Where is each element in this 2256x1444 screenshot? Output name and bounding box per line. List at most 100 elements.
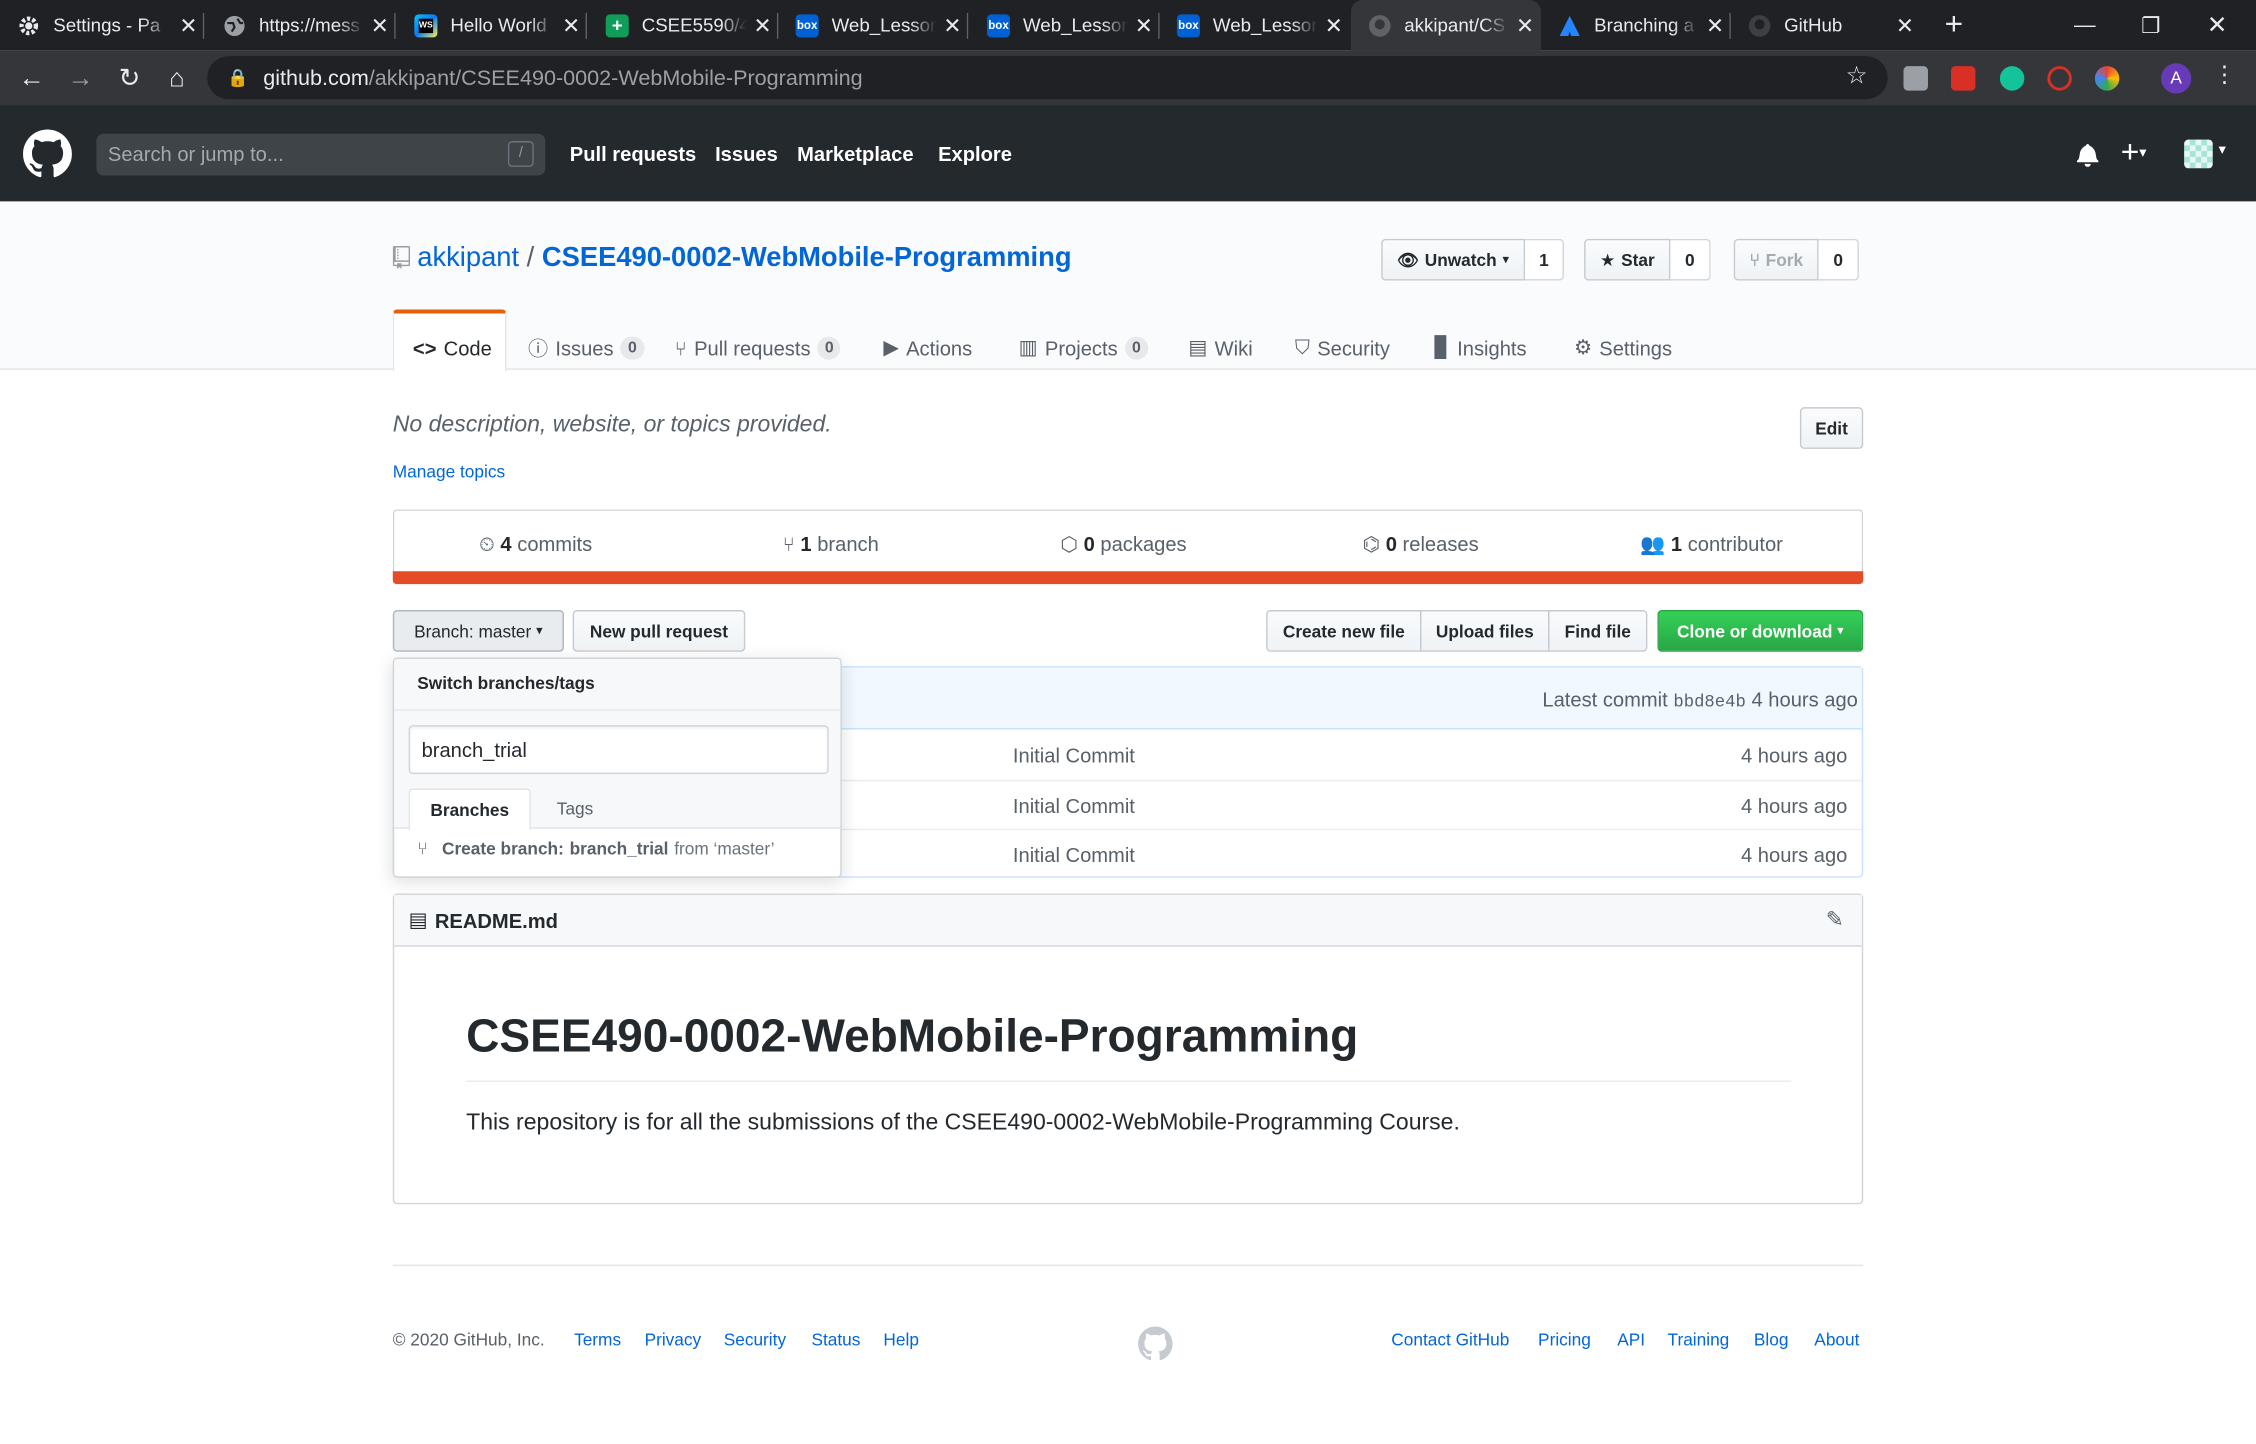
dropdown-title: Switch branches/tags (417, 673, 595, 694)
close-tab-icon[interactable]: ✕ (747, 12, 779, 38)
tab-wiki[interactable]: ▤ Wiki (1188, 325, 1252, 370)
browser-tab[interactable]: GitHub ✕ (1731, 0, 1921, 50)
close-window-button[interactable]: ✕ (2184, 0, 2250, 50)
browser-tab-active[interactable]: akkipant/CS ✕ (1351, 0, 1541, 51)
tab-projects[interactable]: ▥ Projects 0 (1019, 325, 1149, 370)
fork-button[interactable]: ⑂ Fork (1733, 238, 1819, 281)
close-tab-icon[interactable]: ✕ (555, 12, 587, 38)
commit-message-link[interactable]: Initial Commit (1013, 794, 1135, 817)
stargazers-count[interactable]: 0 (1670, 238, 1711, 281)
releases-link[interactable]: ⌬ 0 releases (1363, 532, 1479, 556)
tab-code[interactable]: <> Code (413, 325, 492, 370)
commit-sha-link[interactable]: bbd8e4b (1673, 692, 1746, 712)
new-tab-button[interactable]: + (1934, 6, 1974, 46)
tab-tags[interactable]: Tags (557, 799, 593, 819)
reload-icon[interactable]: ↻ (115, 63, 144, 92)
profile-avatar[interactable]: A (2161, 63, 2192, 94)
packages-link[interactable]: ⬡ 0 packages (1060, 532, 1186, 556)
grammarly-icon[interactable] (1999, 66, 2025, 91)
footer-link-privacy[interactable]: Privacy (645, 1329, 702, 1349)
browser-tab[interactable]: box Web_Lesson ✕ (1160, 0, 1350, 50)
nav-pull-requests[interactable]: Pull requests (570, 142, 697, 165)
footer-link-training[interactable]: Training (1668, 1329, 1730, 1349)
restore-window-button[interactable]: ❐ (2118, 0, 2184, 50)
minimize-window-button[interactable]: — (2052, 0, 2118, 50)
nav-issues[interactable]: Issues (715, 142, 778, 165)
close-tab-icon[interactable]: ✕ (1128, 12, 1160, 38)
nav-marketplace[interactable]: Marketplace (797, 142, 913, 165)
footer-link-pricing[interactable]: Pricing (1538, 1329, 1591, 1349)
pencil-icon[interactable]: ✎ (1826, 906, 1844, 932)
footer-link-security[interactable]: Security (724, 1329, 786, 1349)
chevron-down-icon[interactable]: ▾ (2219, 142, 2226, 158)
forward-arrow-icon[interactable]: → (66, 63, 95, 92)
tab-pull-requests[interactable]: ⑂ Pull requests 0 (675, 325, 841, 370)
footer-link-contact[interactable]: Contact GitHub (1391, 1329, 1509, 1349)
unwatch-button[interactable]: 👁 Unwatch ▾ (1381, 238, 1525, 281)
address-bar[interactable]: 🔒 github.com/akkipant/CSEE490-0002-WebMo… (207, 56, 1888, 100)
manage-topics-link[interactable]: Manage topics (393, 462, 505, 482)
close-tab-icon[interactable]: ✕ (937, 12, 969, 38)
commit-message-link[interactable]: Initial Commit (1013, 843, 1135, 866)
home-icon[interactable]: ⌂ (163, 63, 192, 92)
new-pull-request-button[interactable]: New pull request (572, 610, 746, 652)
footer-link-api[interactable]: API (1617, 1329, 1645, 1349)
create-branch-item[interactable]: ⑂ Create branch: branch_trial from ‘mast… (417, 839, 774, 859)
close-tab-icon[interactable]: ✕ (364, 12, 396, 38)
close-tab-icon[interactable]: ✕ (1889, 12, 1921, 38)
star-bookmark-icon[interactable]: ☆ (1846, 62, 1868, 91)
github-mark-icon[interactable] (1138, 1326, 1173, 1369)
footer-link-blog[interactable]: Blog (1754, 1329, 1789, 1349)
extension-icon[interactable] (2094, 66, 2120, 91)
user-avatar[interactable] (2184, 139, 2213, 169)
find-file-button[interactable]: Find file (1548, 610, 1648, 652)
tab-actions[interactable]: ▶ Actions (883, 325, 972, 370)
extension-icon[interactable] (2047, 66, 2072, 91)
forks-count[interactable]: 0 (1818, 238, 1859, 281)
footer-link-status[interactable]: Status (811, 1329, 860, 1349)
browser-tab[interactable]: box Web_Lesson ✕ (970, 0, 1160, 50)
tab-security[interactable]: ⛉ Security (1295, 325, 1390, 370)
search-input[interactable]: Search or jump to... / (96, 133, 546, 176)
close-tab-icon[interactable]: ✕ (1699, 12, 1731, 38)
github-logo-icon[interactable] (23, 129, 72, 185)
commit-message-link[interactable]: Initial Commit (1013, 744, 1135, 767)
edit-button[interactable]: Edit (1799, 407, 1864, 449)
clone-download-button[interactable]: Clone or download ▾ (1657, 610, 1864, 652)
tab-issues[interactable]: ⓘ Issues 0 (528, 325, 644, 370)
extension-icon[interactable] (1903, 66, 1928, 91)
browser-menu-icon[interactable]: ⋮ (2213, 62, 2236, 91)
repo-owner-link[interactable]: akkipant (417, 243, 519, 273)
browser-tab[interactable]: Settings - Pa ✕ (0, 0, 205, 50)
create-new-file-button[interactable]: Create new file (1266, 610, 1422, 652)
repo-name-link[interactable]: CSEE490-0002-WebMobile-Programming (542, 243, 1072, 273)
contributors-link[interactable]: 👥 1 contributor (1640, 532, 1783, 556)
nav-explore[interactable]: Explore (938, 142, 1012, 165)
footer-link-help[interactable]: Help (883, 1329, 919, 1349)
footer-link-about[interactable]: About (1814, 1329, 1859, 1349)
extension-icon[interactable] (1950, 66, 1976, 91)
bell-icon[interactable] (2076, 142, 2099, 174)
browser-tab[interactable]: https://mess ✕ (206, 0, 396, 50)
browser-tab[interactable]: WS Hello World ✕ (397, 0, 588, 50)
browser-tab[interactable]: Branching a ✕ (1541, 0, 1731, 50)
close-tab-icon[interactable]: ✕ (173, 12, 205, 38)
branches-link[interactable]: ⑂ 1 branch (783, 532, 879, 555)
tab-branches[interactable]: Branches (408, 788, 531, 831)
browser-tab[interactable]: + CSEE5590/4 ✕ (588, 0, 779, 50)
back-arrow-icon[interactable]: ← (17, 63, 46, 92)
star-button[interactable]: ★ Star (1584, 238, 1671, 281)
create-new-icon[interactable]: +▾ (2121, 134, 2147, 173)
branch-select-button[interactable]: Branch: master ▾ (392, 610, 565, 652)
tab-insights[interactable]: ▊ Insights (1434, 325, 1526, 370)
tab-settings[interactable]: ⚙ Settings (1574, 325, 1672, 370)
commit-age: 4 hours ago (1740, 794, 1848, 818)
watchers-count[interactable]: 1 (1524, 238, 1565, 281)
commits-link[interactable]: ⏲ 4 commits (479, 532, 592, 556)
upload-files-button[interactable]: Upload files (1420, 610, 1550, 652)
close-tab-icon[interactable]: ✕ (1509, 12, 1541, 38)
close-tab-icon[interactable]: ✕ (1318, 12, 1350, 38)
branch-filter-input[interactable]: branch_trial (408, 725, 829, 775)
browser-tab[interactable]: box Web_Lesson ✕ (778, 0, 969, 50)
footer-link-terms[interactable]: Terms (574, 1329, 621, 1349)
